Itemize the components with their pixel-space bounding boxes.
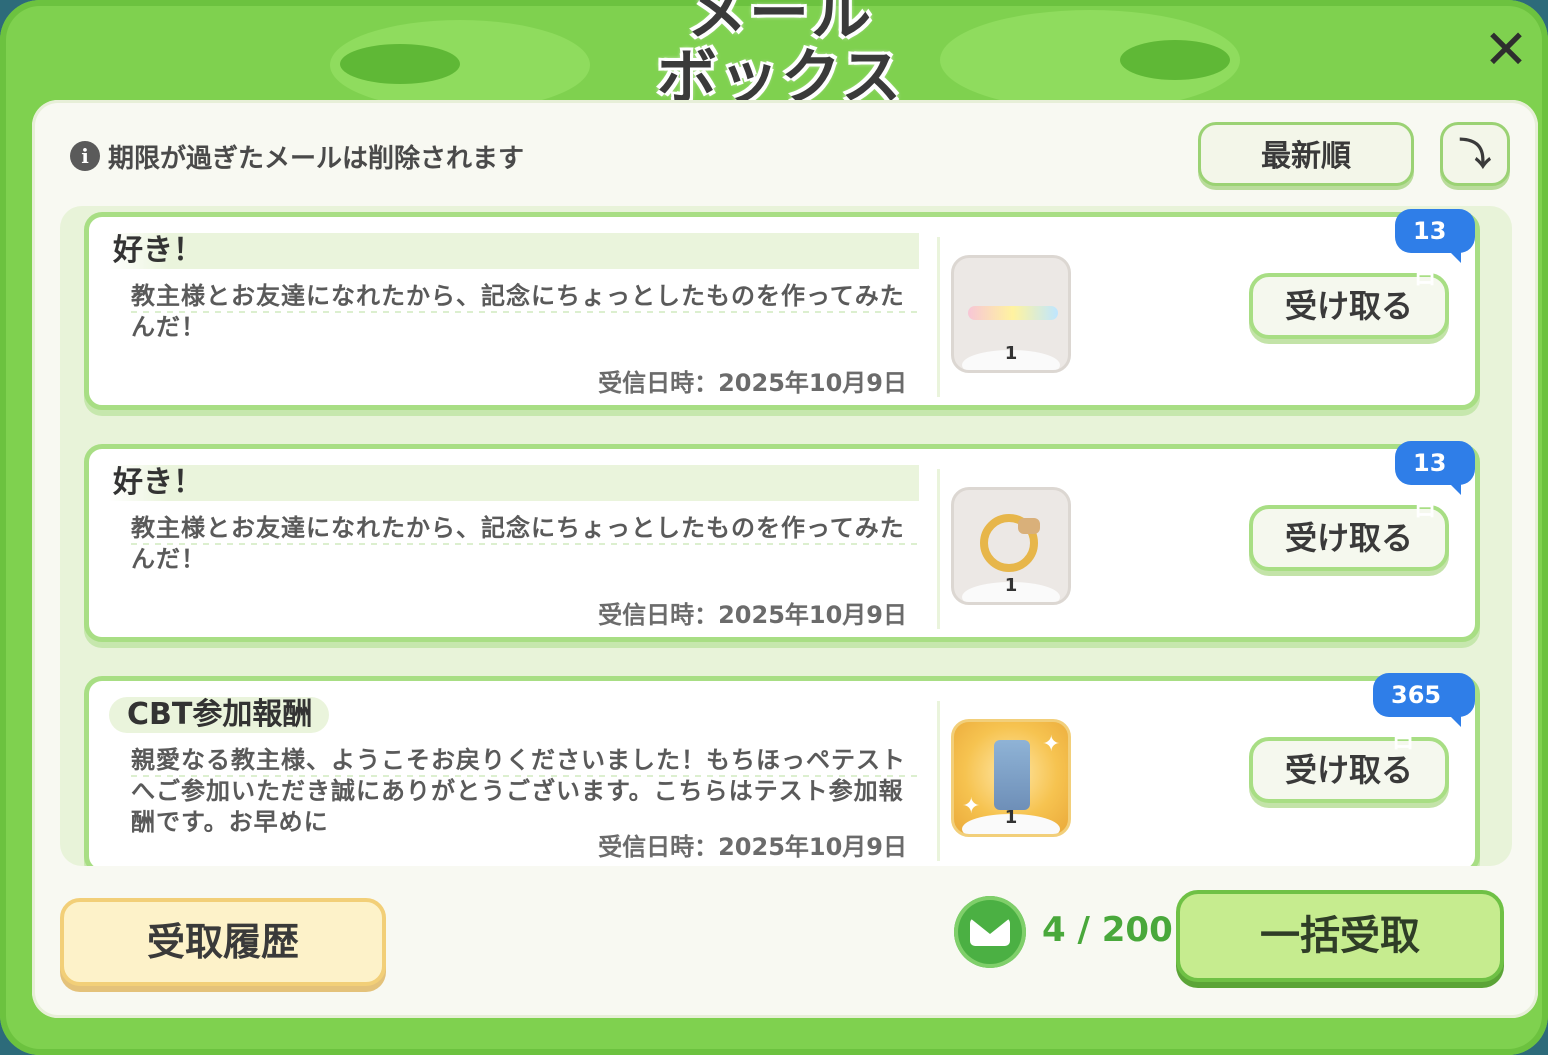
mail-list[interactable]: 好き！ 教主様とお友達になれたから、記念にちょっとしたものを作ってみたんだ！ 受… <box>60 206 1512 866</box>
item-quantity: 1 <box>1004 343 1018 364</box>
mail-date: 受信日時：2025年10月9日 <box>598 601 907 629</box>
mail-card: 好き！ 教主様とお友達になれたから、記念にちょっとしたものを作ってみたんだ！ 受… <box>84 209 1480 410</box>
bow-shape <box>1018 518 1040 534</box>
mail-title: 好き！ <box>109 465 919 501</box>
mail-body: 教主様とお友達になれたから、記念にちょっとしたものを作ってみたんだ！ <box>131 513 921 575</box>
ring-icon[interactable]: 1 <box>951 487 1071 605</box>
item-quantity: 1 <box>1004 807 1018 828</box>
days-left-badge: 13日 <box>1395 441 1475 521</box>
item-quantity: 1 <box>1004 575 1018 596</box>
page-title: メール ボックス <box>656 0 904 113</box>
cbt-trophy-icon[interactable]: ✦ ✦ 1 <box>951 719 1071 837</box>
mail-icon <box>954 896 1026 968</box>
close-icon[interactable]: ✕ <box>1478 22 1534 78</box>
mail-date: 受信日時：2025年10月9日 <box>598 833 907 861</box>
mail-count: 4 / 200 <box>1042 910 1173 950</box>
days-left-badge: 365日 <box>1373 673 1475 753</box>
bush-decoration <box>340 44 460 84</box>
receive-button[interactable]: 受け取る <box>1249 737 1449 803</box>
mail-title: 好き！ <box>109 233 919 269</box>
sparkle-icon: ✦ <box>1042 732 1061 757</box>
bush-decoration <box>1120 40 1230 80</box>
trophy-shape <box>994 740 1030 810</box>
mail-body: 親愛なる教主様、ようこそお戻りくださいました！もちほっペテストへご参加いただき誠… <box>131 745 921 838</box>
sort-button[interactable]: 最新順 <box>1198 122 1414 186</box>
mail-body: 教主様とお友達になれたから、記念にちょっとしたものを作ってみたんだ！ <box>131 281 921 343</box>
sort-order-icon[interactable]: ⤵ <box>1440 122 1510 186</box>
mail-card: CBT参加報酬 親愛なる教主様、ようこそお戻りくださいました！もちほっペテストへ… <box>84 673 1480 866</box>
envelope-flap <box>970 918 1010 934</box>
expiry-notice-text: 期限が過ぎたメールは削除されます <box>108 143 525 174</box>
expiry-notice: i 期限が過ぎたメールは削除されます <box>70 136 524 176</box>
ribbon-shape <box>968 306 1058 320</box>
divider <box>937 237 940 397</box>
divider <box>937 701 940 861</box>
mail-date: 受信日時：2025年10月9日 <box>598 369 907 397</box>
info-icon: i <box>70 141 100 171</box>
mail-card: 好き！ 教主様とお友達になれたから、記念にちょっとしたものを作ってみたんだ！ 受… <box>84 441 1480 642</box>
bulk-receive-button[interactable]: 一括受取 <box>1176 890 1504 982</box>
receive-history-button[interactable]: 受取履歴 <box>60 898 386 986</box>
divider <box>937 469 940 629</box>
mail-title: CBT参加報酬 <box>109 697 329 733</box>
days-left-badge: 13日 <box>1395 209 1475 289</box>
ribbon-icon[interactable]: 1 <box>951 255 1071 373</box>
